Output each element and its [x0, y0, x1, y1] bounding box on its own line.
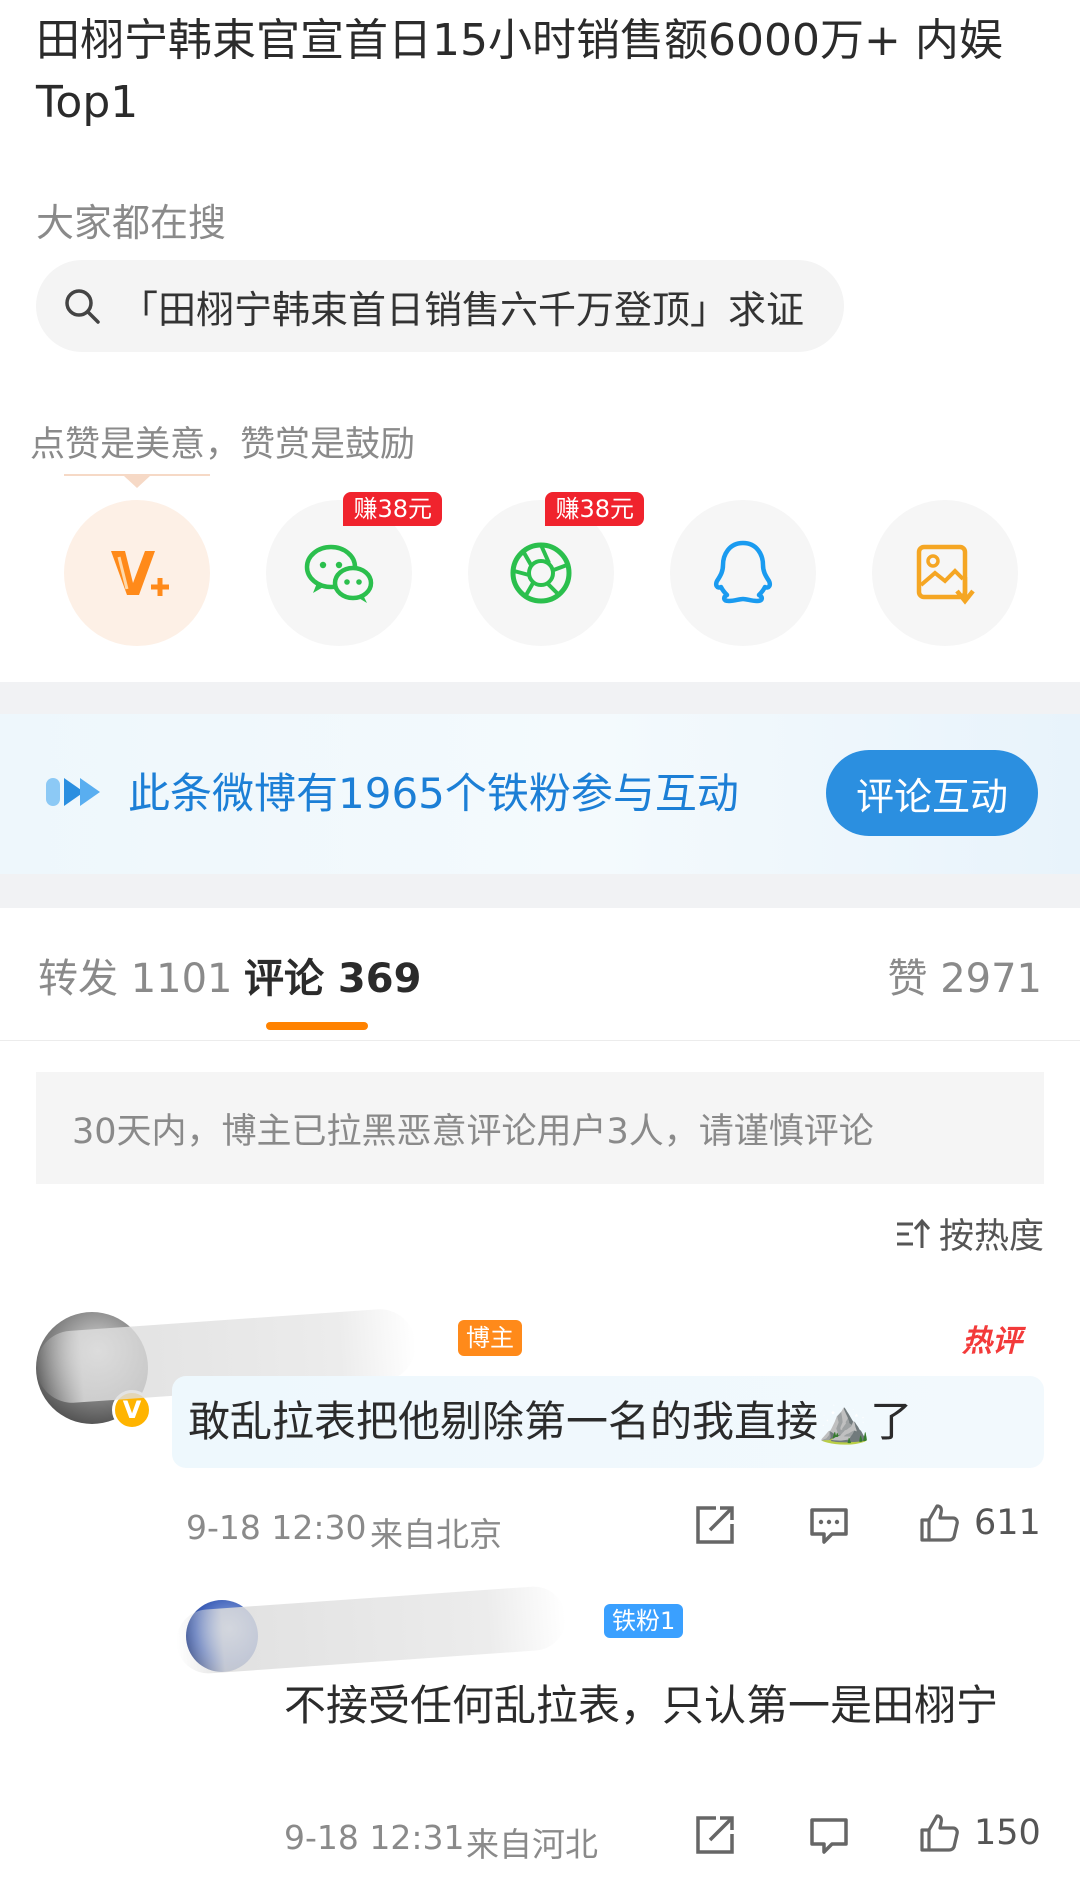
tab-repost[interactable]: 转发 1101	[38, 946, 233, 1004]
thumbs-up-icon	[920, 1504, 959, 1542]
qq-icon	[713, 540, 773, 604]
repost-comment-button[interactable]	[694, 1504, 736, 1546]
post-title: 田栩宁韩束官宣首日15小时销售额6000万+ 内娱Top1	[36, 15, 1003, 128]
trending-search-query: 「田栩宁韩束首日销售六千万登顶」求证	[120, 287, 805, 332]
trending-search-label: 大家都在搜	[36, 201, 227, 245]
tabs-divider	[0, 1040, 1080, 1041]
repost-comment-button[interactable]	[694, 1814, 736, 1856]
tab-likes[interactable]: 赞 2971	[887, 946, 1042, 1004]
trending-search-pill[interactable]: 「田栩宁韩束首日销售六千万登顶」求证	[36, 260, 844, 352]
comment-icon	[810, 1508, 848, 1544]
reward-hint: 点赞是美意，赞赏是鼓励	[30, 425, 416, 465]
fan-level-badge: 铁粉1	[604, 1604, 684, 1638]
section-gap	[0, 682, 1080, 714]
comment-text: 不接受任何乱拉表，只认第一是田栩宁	[284, 1681, 999, 1730]
qq-share-button[interactable]	[670, 500, 816, 646]
share-row: 赚38元 赚38元	[0, 492, 1080, 646]
hot-comment-tag: 热评	[962, 1324, 1022, 1359]
vip-reward-icon	[111, 551, 169, 596]
comment-icon	[810, 1818, 848, 1854]
fan-interaction-text: 此条微博有1965个铁粉参与互动	[128, 769, 739, 818]
comment-location: 来自北京	[370, 1515, 502, 1554]
save-image-button[interactable]	[872, 500, 1018, 646]
sort-icon	[896, 1218, 931, 1248]
like-comment-button[interactable]: 150	[918, 1812, 1041, 1854]
wechat-icon	[304, 544, 374, 603]
vip-reward-button[interactable]	[64, 500, 210, 646]
redacted-username	[174, 1584, 568, 1676]
sort-by-hot-button[interactable]: 按热度	[895, 1208, 1044, 1259]
comment-location: 来自河北	[466, 1825, 598, 1864]
comment-text: 敢乱拉表把他剔除第一名的我直接⛰️了	[188, 1397, 913, 1446]
comment-interact-button[interactable]: 评论互动	[826, 750, 1038, 836]
comment-time: 9-18 12:30	[186, 1508, 367, 1547]
reply-button[interactable]	[808, 1814, 850, 1856]
post-tabs: 转发 1101 评论 369 赞 2971	[0, 940, 1080, 1044]
moments-icon	[510, 542, 572, 604]
fan-arrow-icon	[46, 778, 100, 806]
share-icon	[696, 1506, 734, 1544]
comment-time: 9-18 12:31	[284, 1818, 465, 1857]
thumbs-up-icon	[920, 1814, 959, 1852]
active-tab-indicator	[266, 1022, 368, 1030]
earn-badge: 赚38元	[545, 492, 644, 526]
hint-pointer	[124, 476, 150, 488]
tab-comments[interactable]: 评论 369	[244, 946, 421, 1004]
like-comment-button[interactable]: 611	[918, 1502, 1041, 1544]
moments-share-button[interactable]: 赚38元	[468, 492, 644, 646]
search-icon	[65, 289, 100, 324]
like-count: 611	[974, 1503, 1041, 1543]
like-count: 150	[974, 1813, 1041, 1853]
moderation-notice: 30天内，博主已拉黑恶意评论用户3人，请谨慎评论	[36, 1072, 1044, 1184]
reply-button[interactable]	[808, 1504, 850, 1546]
earn-badge: 赚38元	[343, 492, 442, 526]
section-gap	[0, 874, 1080, 908]
comment-item: V 博主 热评 敢乱拉表把他剔除第一名的我直接⛰️了 9-18 12:30 来自…	[0, 1290, 1080, 1580]
comment-item: 铁粉1 不接受任何乱拉表，只认第一是田栩宁 9-18 12:31 来自河北 15…	[0, 1580, 1080, 1877]
save-image-icon	[916, 544, 975, 605]
sort-label: 按热度	[938, 1217, 1044, 1257]
wechat-share-button[interactable]: 赚38元	[266, 492, 442, 646]
author-badge: 博主	[458, 1320, 522, 1356]
fan-interaction-banner[interactable]: 此条微博有1965个铁粉参与互动 评论互动	[0, 714, 1080, 874]
share-icon	[696, 1816, 734, 1854]
